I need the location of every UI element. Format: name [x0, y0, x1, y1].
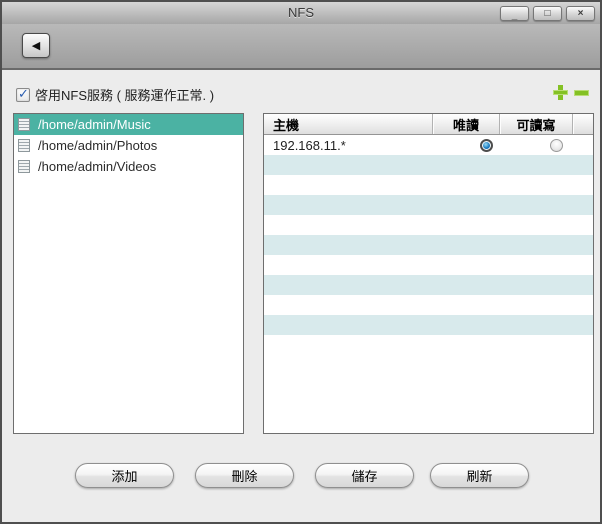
title-bar[interactable]: NFS _ □ × [2, 2, 600, 24]
empty-table-row [264, 255, 593, 275]
host-access-table: 主機 唯讀 可讀寫 192.168.11.* [263, 113, 594, 434]
table-header: 主機 唯讀 可讀寫 [264, 114, 593, 135]
checkmark-icon: ✓ [18, 86, 29, 102]
enable-nfs-row: ✓ 啓用NFS服務 ( 服務運作正常. ) [16, 85, 214, 104]
share-actions [553, 85, 589, 100]
remove-host-icon[interactable] [574, 90, 589, 96]
share-path-label: /home/admin/Videos [38, 159, 156, 174]
read-only-radio[interactable] [480, 139, 493, 152]
folder-list-icon [18, 160, 30, 173]
toolbar: ◀ [2, 24, 600, 70]
radio-dot [483, 142, 490, 149]
folder-list-icon [18, 139, 30, 152]
host-address: 192.168.11.* [264, 138, 453, 153]
header-read-write: 可讀寫 [499, 114, 572, 134]
empty-table-row [264, 275, 593, 295]
list-item-photos[interactable]: /home/admin/Photos [14, 135, 243, 156]
share-path-label: /home/admin/Music [38, 117, 151, 132]
close-icon: × [578, 9, 584, 19]
empty-table-row [264, 235, 593, 255]
add-button[interactable]: 添加 [75, 463, 174, 488]
add-host-icon[interactable] [553, 85, 568, 100]
empty-table-row [264, 155, 593, 175]
minimize-button[interactable]: _ [500, 6, 529, 21]
minimize-icon: _ [512, 11, 518, 21]
empty-table-row [264, 295, 593, 315]
empty-table-row [264, 215, 593, 235]
list-item-music[interactable]: /home/admin/Music [14, 114, 243, 135]
window-controls: _ □ × [500, 6, 595, 21]
delete-button[interactable]: 刪除 [195, 463, 294, 488]
header-spacer [572, 114, 593, 134]
list-item-videos[interactable]: /home/admin/Videos [14, 156, 243, 177]
folder-list-icon [18, 118, 30, 131]
maximize-button[interactable]: □ [533, 6, 562, 21]
empty-table-row [264, 315, 593, 335]
maximize-icon: □ [544, 9, 550, 19]
host-row: 192.168.11.* [264, 135, 593, 155]
enable-nfs-label: 啓用NFS服務 ( 服務運作正常. ) [35, 85, 214, 104]
share-folder-list: /home/admin/Music /home/admin/Photos /ho… [13, 113, 244, 434]
back-arrow-icon: ◀ [32, 39, 40, 52]
back-button[interactable]: ◀ [22, 33, 50, 58]
refresh-button[interactable]: 刷新 [430, 463, 529, 488]
header-host: 主機 [264, 115, 432, 134]
empty-table-row [264, 175, 593, 195]
read-write-radio[interactable] [550, 139, 563, 152]
enable-nfs-checkbox[interactable]: ✓ [16, 88, 30, 102]
share-path-label: /home/admin/Photos [38, 138, 157, 153]
read-write-cell [520, 139, 593, 152]
empty-table-row [264, 195, 593, 215]
close-button[interactable]: × [566, 6, 595, 21]
nfs-dialog-window: NFS _ □ × ◀ ✓ 啓用NFS服務 ( 服務運作正常. ) /home/… [0, 0, 602, 524]
read-only-cell [453, 139, 520, 152]
save-button[interactable]: 儲存 [315, 463, 414, 488]
header-read-only: 唯讀 [432, 114, 499, 134]
